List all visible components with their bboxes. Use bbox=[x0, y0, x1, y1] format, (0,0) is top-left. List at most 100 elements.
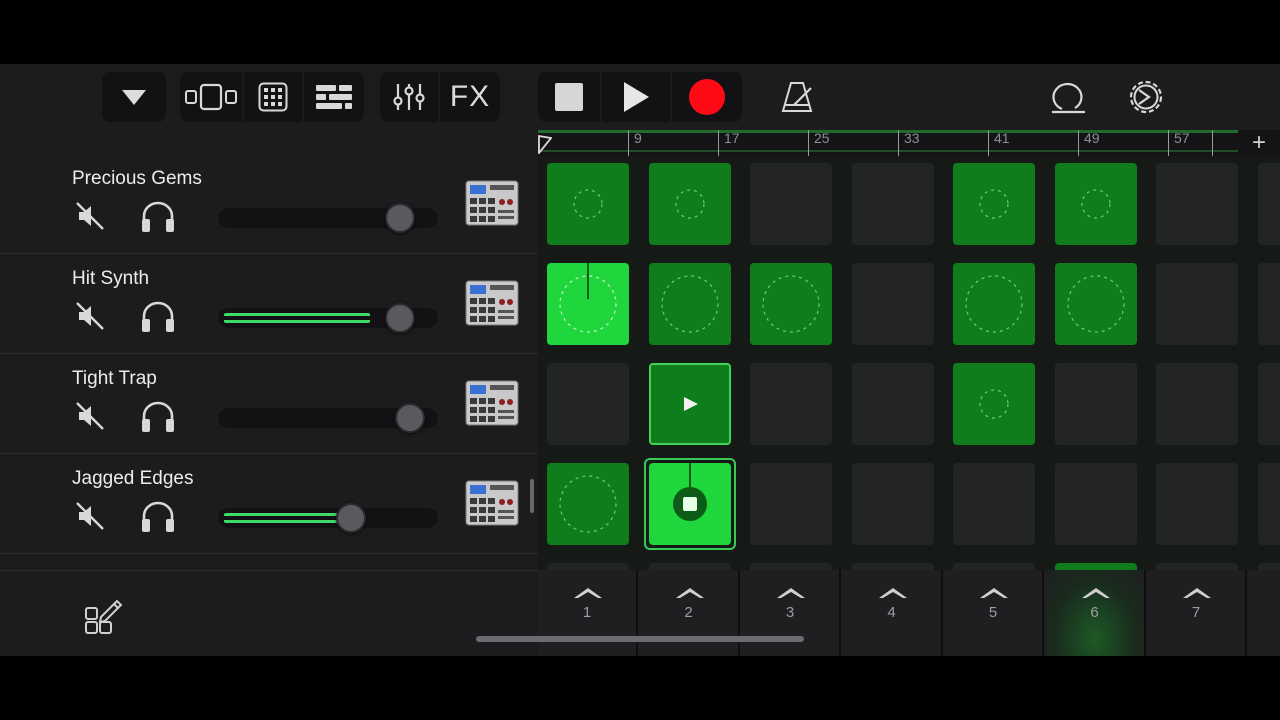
column-trigger[interactable]: 4 bbox=[843, 570, 943, 656]
loop-cell[interactable] bbox=[953, 163, 1035, 245]
empty-cell[interactable] bbox=[1156, 163, 1238, 245]
ruler-marker-label: 49 bbox=[1084, 130, 1100, 146]
volume-slider[interactable] bbox=[218, 403, 438, 433]
empty-cell[interactable] bbox=[851, 363, 934, 445]
column-trigger[interactable]: 7 bbox=[1147, 570, 1247, 656]
stop-button[interactable] bbox=[538, 72, 600, 122]
loop-cell[interactable] bbox=[1054, 163, 1137, 245]
empty-cell[interactable] bbox=[1054, 563, 1137, 570]
empty-cell[interactable] bbox=[1054, 363, 1137, 445]
empty-cell[interactable] bbox=[953, 463, 1035, 545]
arrange-view-button[interactable] bbox=[302, 72, 364, 122]
empty-cell[interactable] bbox=[1257, 363, 1280, 445]
empty-cell[interactable] bbox=[1156, 363, 1238, 445]
headphones-icon[interactable] bbox=[140, 400, 176, 434]
empty-cell[interactable] bbox=[851, 163, 934, 245]
column-trigger[interactable]: 2 bbox=[640, 570, 740, 656]
metronome-button[interactable] bbox=[772, 72, 822, 122]
loop-cell[interactable] bbox=[648, 263, 731, 345]
navigation-group bbox=[102, 72, 166, 122]
home-indicator[interactable] bbox=[476, 636, 804, 642]
column-trigger[interactable]: 6 bbox=[1045, 570, 1146, 656]
speaker-mute-icon[interactable] bbox=[74, 500, 106, 532]
record-button[interactable] bbox=[670, 72, 742, 122]
empty-cell[interactable] bbox=[851, 463, 934, 545]
volume-slider[interactable] bbox=[218, 303, 438, 333]
loop-cell[interactable] bbox=[547, 463, 629, 545]
stopping-loop-cell[interactable] bbox=[648, 463, 731, 545]
empty-cell[interactable] bbox=[547, 563, 629, 570]
volume-slider[interactable] bbox=[218, 503, 438, 533]
track-row[interactable]: Jagged Edges bbox=[0, 454, 538, 554]
drum-machine-icon[interactable] bbox=[464, 478, 520, 528]
empty-cell[interactable] bbox=[547, 363, 629, 445]
loop-ring-icon bbox=[559, 475, 617, 533]
empty-cell[interactable] bbox=[750, 463, 832, 545]
add-section-button[interactable]: + bbox=[1238, 129, 1280, 156]
column-trigger[interactable]: 3 bbox=[741, 570, 841, 656]
empty-cell[interactable] bbox=[1257, 463, 1280, 545]
ruler-section-bar bbox=[538, 130, 1238, 133]
loop-browser-button[interactable] bbox=[1044, 72, 1092, 122]
loop-cell[interactable] bbox=[547, 163, 629, 245]
drum-machine-icon[interactable] bbox=[464, 178, 520, 228]
track-list-scrollbar[interactable] bbox=[530, 479, 534, 513]
empty-cell[interactable] bbox=[1257, 563, 1280, 570]
empty-cell[interactable] bbox=[851, 263, 934, 345]
headphones-icon[interactable] bbox=[140, 300, 176, 334]
volume-knob[interactable] bbox=[335, 503, 366, 533]
empty-cell[interactable] bbox=[648, 563, 731, 570]
speaker-mute-icon[interactable] bbox=[74, 400, 106, 432]
column-trigger[interactable]: 5 bbox=[944, 570, 1044, 656]
view-group bbox=[180, 72, 364, 122]
queued-loop-cell[interactable] bbox=[648, 363, 731, 445]
playing-loop-cell[interactable] bbox=[547, 263, 629, 345]
play-button[interactable] bbox=[600, 72, 670, 122]
loop-cell[interactable] bbox=[953, 263, 1035, 345]
grid-view-button[interactable] bbox=[242, 72, 302, 122]
empty-cell[interactable] bbox=[1054, 463, 1137, 545]
empty-cell[interactable] bbox=[750, 563, 832, 570]
drum-machine-icon[interactable] bbox=[464, 378, 520, 428]
volume-knob[interactable] bbox=[394, 403, 425, 433]
volume-knob[interactable] bbox=[385, 203, 416, 233]
empty-cell[interactable] bbox=[953, 563, 1035, 570]
settings-button[interactable] bbox=[1122, 72, 1170, 122]
loop-cell[interactable] bbox=[750, 263, 832, 345]
empty-cell[interactable] bbox=[1156, 563, 1238, 570]
bar-ruler[interactable]: 9 17 25 33 41 49 57 + bbox=[538, 129, 1280, 156]
empty-cell[interactable] bbox=[1257, 263, 1280, 345]
drum-machine-icon[interactable] bbox=[464, 278, 520, 328]
speaker-mute-icon[interactable] bbox=[74, 300, 106, 332]
track-row[interactable]: Tight Trap bbox=[0, 354, 538, 454]
column-trigger[interactable] bbox=[1249, 570, 1280, 656]
empty-cell[interactable] bbox=[750, 163, 832, 245]
ruler-marker-label: 17 bbox=[724, 130, 740, 146]
loop-cell[interactable] bbox=[648, 163, 731, 245]
track-row[interactable]: Hit Synth bbox=[0, 254, 538, 354]
ruler-marker-label: 9 bbox=[634, 130, 642, 146]
column-trigger[interactable]: 1 bbox=[538, 570, 638, 656]
control-bar: FX bbox=[0, 64, 1280, 130]
browser-button[interactable] bbox=[102, 72, 166, 122]
empty-cell[interactable] bbox=[851, 563, 934, 570]
speaker-mute-icon[interactable] bbox=[74, 200, 106, 232]
fx-button[interactable]: FX bbox=[438, 72, 500, 122]
loop-cell[interactable] bbox=[953, 363, 1035, 445]
column-number: 3 bbox=[785, 604, 795, 621]
volume-knob[interactable] bbox=[385, 303, 416, 333]
headphones-icon[interactable] bbox=[140, 500, 176, 534]
track-row[interactable]: Precious Gems bbox=[0, 154, 538, 254]
ruler-marker-label: 25 bbox=[814, 130, 830, 146]
headphones-icon[interactable] bbox=[140, 200, 176, 234]
empty-cell[interactable] bbox=[1156, 463, 1238, 545]
empty-cell[interactable] bbox=[1156, 263, 1238, 345]
ruler-tick bbox=[628, 130, 629, 156]
mixer-button[interactable] bbox=[380, 72, 438, 122]
empty-cell[interactable] bbox=[750, 363, 832, 445]
loop-cell[interactable] bbox=[1054, 263, 1137, 345]
edit-cells-icon[interactable] bbox=[84, 595, 124, 635]
tracks-view-button[interactable] bbox=[180, 72, 242, 122]
empty-cell[interactable] bbox=[1257, 163, 1280, 245]
volume-slider[interactable] bbox=[218, 203, 438, 233]
